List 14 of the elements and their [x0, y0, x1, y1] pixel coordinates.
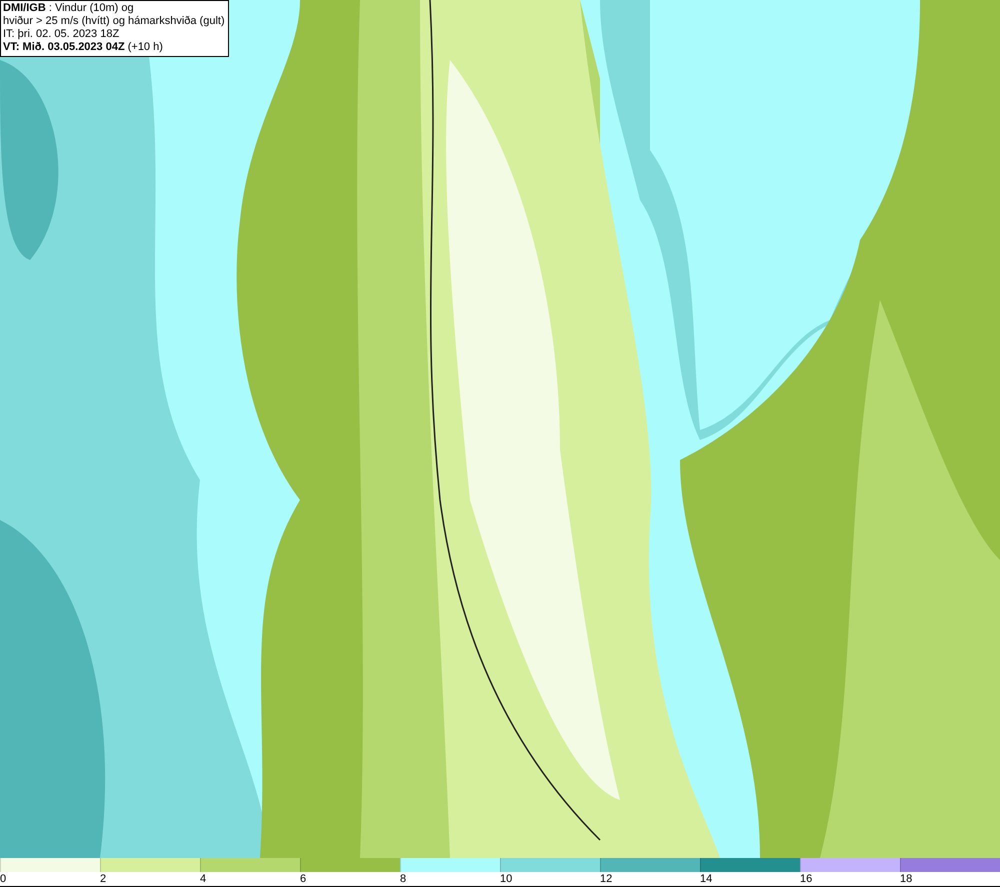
- title-line: DMI/IGB : Vindur (10m) og: [3, 2, 135, 15]
- legend-label: 16: [800, 872, 812, 886]
- legend-label: 14: [700, 872, 712, 886]
- legend-label: 10: [500, 872, 512, 886]
- legend-label: 12: [600, 872, 612, 886]
- title-line: IT: þri. 02. 05. 2023 18Z: [3, 28, 120, 41]
- legend-label: 18: [900, 872, 912, 886]
- title-line: VT: Mið. 03.05.2023 04Z (+10 h): [3, 41, 164, 54]
- title-line: hviður > 25 m/s (hvítt) og hámarkshviða (gult): [3, 15, 225, 28]
- legend-label: 4: [200, 872, 206, 886]
- legend-label: 0: [0, 872, 6, 886]
- legend-label: 2: [100, 872, 106, 886]
- legend-label: 8: [400, 872, 406, 886]
- legend-label: 6: [300, 872, 306, 886]
